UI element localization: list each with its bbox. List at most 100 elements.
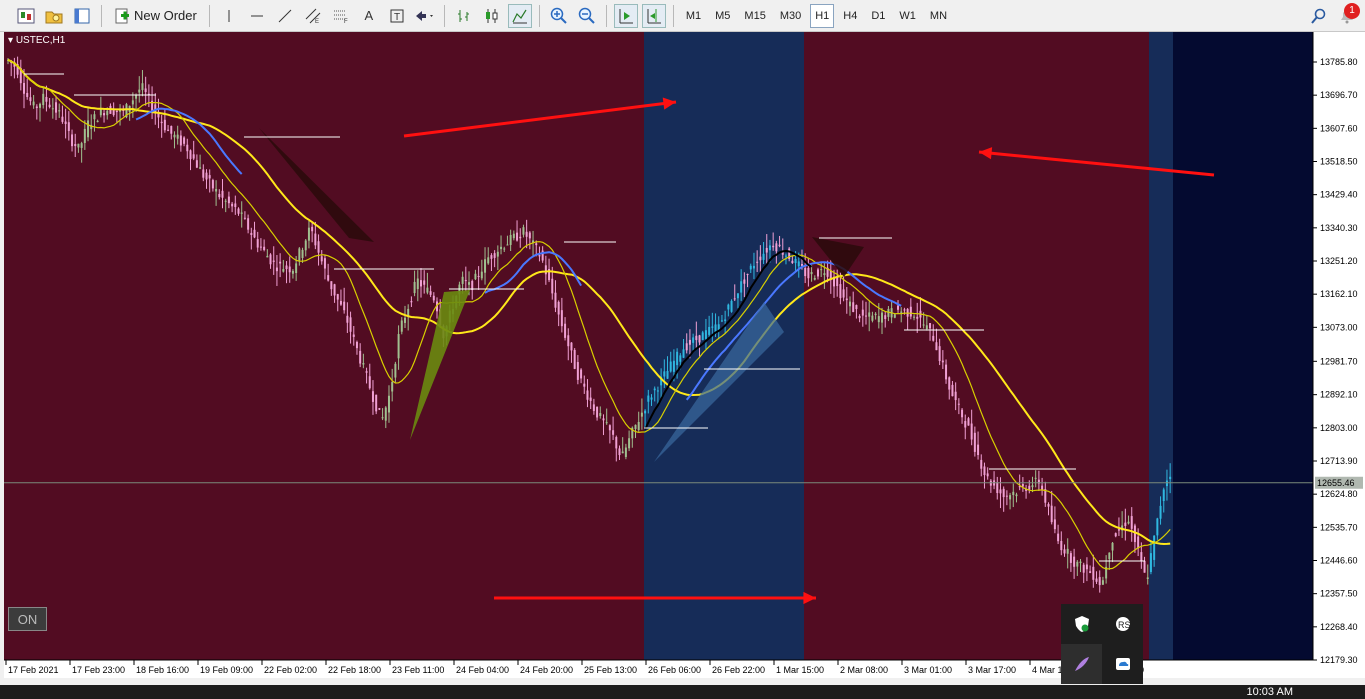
candle-body — [564, 323, 567, 338]
candle-body — [131, 100, 134, 105]
candle-body — [256, 239, 259, 248]
timeframe-mn[interactable]: MN — [925, 4, 952, 28]
autoscroll-icon[interactable] — [613, 3, 638, 28]
candle-body — [378, 408, 381, 410]
candle-body — [884, 315, 887, 319]
candle-body — [1140, 552, 1143, 561]
candle-body — [720, 320, 723, 322]
candle-body — [909, 306, 912, 317]
candle-body — [538, 255, 541, 257]
candle-body — [317, 241, 320, 253]
candle-body — [480, 271, 483, 279]
zoom-in-icon[interactable] — [547, 4, 571, 28]
candle-body — [1085, 564, 1088, 570]
candle-body — [980, 459, 983, 469]
candle-body — [650, 397, 653, 400]
candle-body — [612, 430, 615, 435]
search-icon[interactable] — [1307, 4, 1331, 28]
timeframe-d1[interactable]: D1 — [866, 4, 890, 28]
candle-body — [778, 244, 781, 247]
candle-body — [903, 309, 906, 311]
candle-body — [765, 247, 768, 253]
candle-body — [1108, 552, 1111, 560]
svg-text:T: T — [394, 12, 400, 23]
vertical-line-icon[interactable] — [217, 4, 241, 28]
timeframe-h4[interactable]: H4 — [838, 4, 862, 28]
candle-body — [503, 248, 506, 250]
candle-body — [1082, 564, 1085, 573]
shield-icon[interactable] — [1061, 604, 1102, 644]
timeframe-h1[interactable]: H1 — [810, 3, 835, 28]
time-tick-label: 25 Feb 13:00 — [584, 665, 637, 675]
line-chart-icon[interactable] — [507, 3, 532, 28]
feather-icon[interactable] — [1061, 644, 1102, 684]
price-chart[interactable]: 13785.80 13696.70 13607.60 13518.50 13429.40… — [4, 32, 1365, 678]
candle-body — [1057, 533, 1060, 542]
new-chart-icon[interactable] — [14, 4, 38, 28]
chart-shift-icon[interactable] — [641, 3, 666, 28]
new-order-button[interactable]: New Order — [109, 4, 202, 28]
candle-body — [291, 270, 294, 274]
candle-body — [77, 143, 80, 148]
trendline-icon[interactable] — [273, 4, 297, 28]
candle-body — [768, 245, 771, 251]
candlesticks-icon[interactable] — [480, 4, 504, 28]
candle-body — [429, 291, 432, 295]
candle-body — [567, 335, 570, 347]
candle-body — [487, 257, 490, 264]
candle-body — [365, 371, 368, 373]
text-icon[interactable]: A — [357, 4, 381, 28]
text-label-icon[interactable]: T — [385, 4, 409, 28]
candle-body — [327, 275, 330, 281]
candle-body — [391, 382, 394, 392]
time-tick-label: 22 Feb 18:00 — [328, 665, 381, 675]
fibonacci-icon[interactable]: F — [329, 4, 353, 28]
candle-body — [740, 281, 743, 293]
timeframe-m30[interactable]: M30 — [775, 4, 806, 28]
timeframe-bar: M1 M5 M15 M30 H1 H4 D1 W1 MN — [679, 3, 954, 28]
zoom-out-icon[interactable] — [575, 4, 599, 28]
candle-body — [195, 160, 198, 168]
time-tick-label: 18 Feb 16:00 — [136, 665, 189, 675]
candle-body — [29, 97, 32, 102]
timeframe-w1[interactable]: W1 — [894, 4, 921, 28]
candle-body — [752, 265, 755, 269]
candle-body — [666, 370, 669, 379]
candle-body — [762, 253, 765, 260]
candle-body — [301, 249, 304, 259]
candle-body — [1149, 553, 1152, 573]
cloud-icon[interactable] — [1102, 644, 1143, 684]
time-tick-label: 26 Feb 22:00 — [712, 665, 765, 675]
candle-body — [58, 110, 61, 112]
candle-body — [48, 104, 51, 108]
candle-body — [855, 305, 858, 310]
on-button[interactable]: ON — [8, 607, 47, 631]
candle-body — [932, 335, 935, 341]
candle-body — [211, 180, 214, 189]
candle-body — [586, 390, 589, 400]
candle-body — [842, 289, 845, 298]
profiles-icon[interactable] — [42, 4, 66, 28]
candle-body — [916, 316, 919, 319]
candle-body — [106, 110, 109, 116]
candle-body — [343, 301, 346, 311]
bar-chart-icon[interactable] — [452, 4, 476, 28]
candle-body — [1063, 549, 1066, 554]
horizontal-line-icon[interactable] — [245, 4, 269, 28]
candle-body — [371, 391, 374, 402]
settings-app-icon[interactable]: RS — [1102, 604, 1143, 644]
arrows-icon[interactable] — [413, 4, 437, 28]
timeframe-m15[interactable]: M15 — [739, 4, 770, 28]
timeframe-m5[interactable]: M5 — [710, 4, 735, 28]
candle-body — [1076, 561, 1079, 567]
equidistant-channel-icon[interactable]: E — [301, 4, 325, 28]
candle-body — [189, 150, 192, 160]
candle-body — [653, 388, 656, 391]
notification-icon[interactable]: 1 — [1335, 2, 1360, 28]
timeframe-m1[interactable]: M1 — [681, 4, 706, 28]
market-watch-icon[interactable] — [70, 4, 94, 28]
candle-body — [999, 489, 1002, 494]
candle-body — [202, 169, 205, 178]
candle-body — [791, 260, 794, 264]
candle-body — [64, 121, 67, 125]
